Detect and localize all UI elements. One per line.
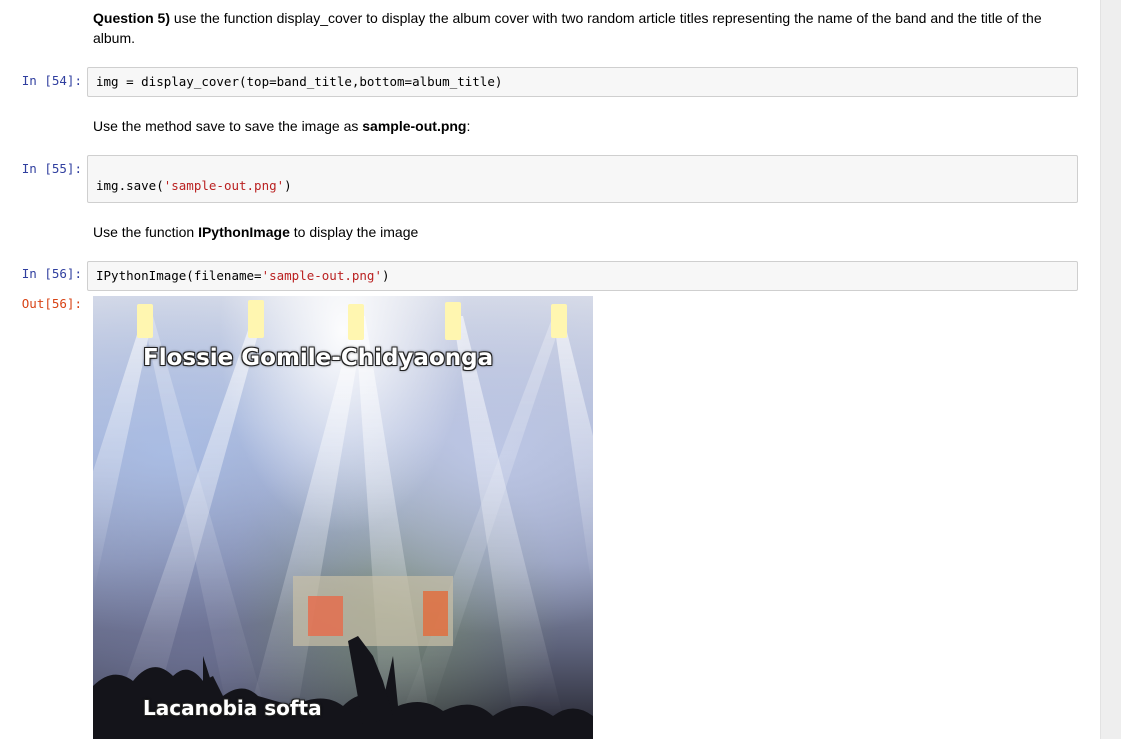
markdown-cell-save: Use the method save to save the image as…: [93, 116, 470, 136]
output-prompt-56: Out[56]:: [21, 296, 82, 311]
vertical-scrollbar[interactable]: [1100, 0, 1121, 739]
album-cover-image: Flossie Gomile-Chidyaonga Lacanobia soft…: [93, 296, 593, 739]
input-prompt-56: In [56]:: [21, 266, 82, 281]
cover-band-title: Flossie Gomile-Chidyaonga: [143, 345, 494, 371]
question-text: use the function display_cover to displa…: [93, 10, 1042, 46]
md-text-end: to display the image: [289, 224, 419, 240]
code-cell-55[interactable]: img.save('sample-out.png'): [87, 155, 1078, 203]
markdown-cell-display: Use the function IPythonImage to display…: [93, 222, 418, 242]
md-bold-function: IPythonImage: [198, 224, 290, 240]
code-cell-56[interactable]: IPythonImage(filename='sample-out.png'): [87, 261, 1078, 291]
code-close: ): [382, 268, 390, 283]
code-string: 'sample-out.png': [261, 268, 382, 283]
code-string: 'sample-out.png': [163, 178, 285, 193]
cover-album-title: Lacanobia softa: [143, 696, 322, 720]
md-text: Use the function: [93, 224, 199, 240]
stage-light: [137, 304, 153, 338]
question-heading: Question 5): [93, 10, 171, 26]
code-call: IPythonImage(filename=: [96, 268, 262, 283]
code-line: img = display_cover(top=band_title,botto…: [96, 74, 503, 89]
md-text-end: :: [466, 118, 471, 134]
code-call: img.save(: [96, 178, 164, 193]
md-bold-filename: sample-out.png: [362, 118, 467, 134]
input-prompt-55: In [55]:: [21, 161, 82, 176]
code-close: ): [284, 178, 292, 193]
md-text: Use the method save to save the image as: [93, 118, 363, 134]
code-cell-54[interactable]: img = display_cover(top=band_title,botto…: [87, 67, 1078, 97]
code-line: img.save('sample-out.png'): [96, 178, 292, 193]
markdown-cell-question5: Question 5) use the function display_cov…: [93, 8, 1053, 48]
input-prompt-54: In [54]:: [21, 73, 82, 88]
